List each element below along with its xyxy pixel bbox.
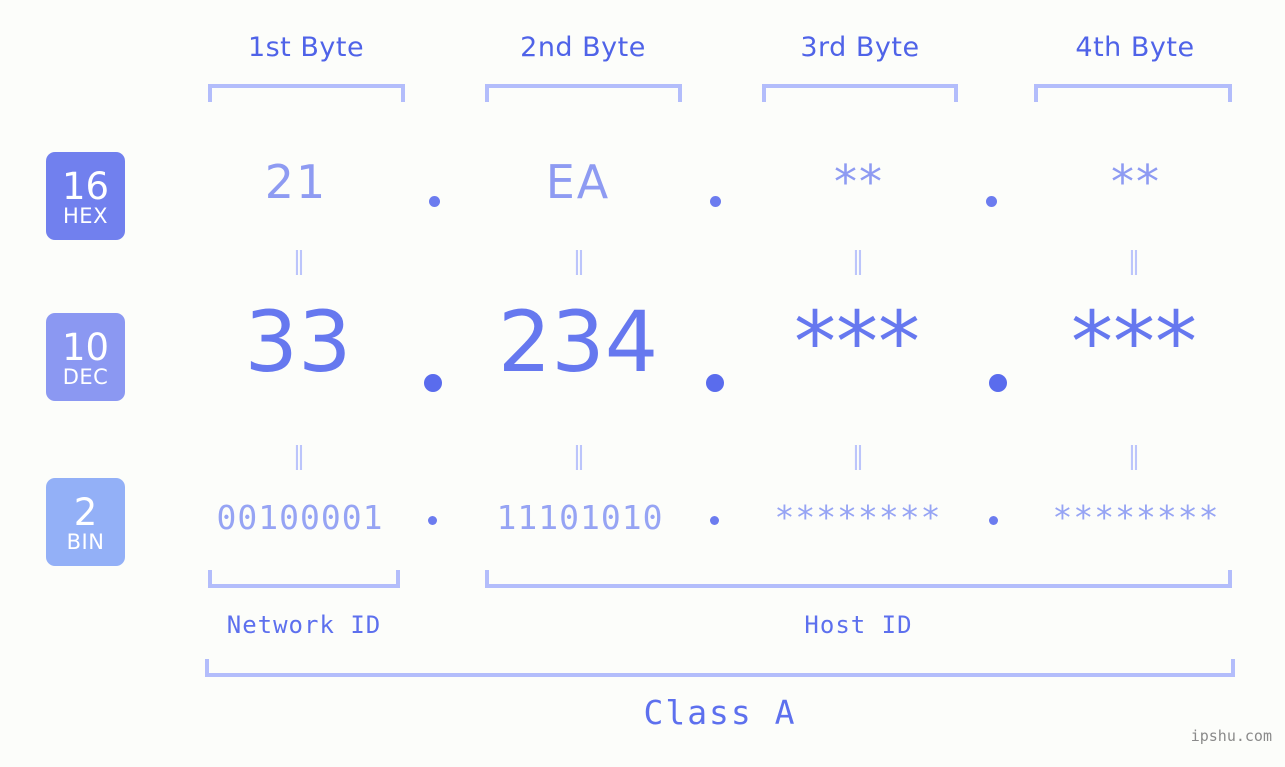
- byte-header-label-3: 3rd Byte: [800, 32, 920, 63]
- base-badge-dec: 10 DEC: [46, 313, 125, 401]
- equals-mark-2-2: ‖: [572, 441, 588, 470]
- base-badge-hex-number: 16: [61, 164, 110, 208]
- dec-byte-1: 33: [244, 293, 352, 391]
- byte-bracket-2: [485, 84, 682, 102]
- byte-header-label-4: 4th Byte: [1075, 32, 1195, 63]
- hex-separator-dot-3: [986, 196, 997, 207]
- ip-address-breakdown-diagram: 1st Byte 2nd Byte 3rd Byte 4th Byte 16 H…: [0, 0, 1285, 767]
- base-badge-bin-number: 2: [73, 490, 98, 534]
- base-badge-dec-number: 10: [61, 325, 110, 369]
- bin-separator-dot-3: [989, 516, 998, 525]
- host-id-bracket: [485, 570, 1232, 588]
- base-badge-hex: 16 HEX: [46, 152, 125, 240]
- base-badge-bin-name: BIN: [66, 529, 105, 554]
- network-id-bracket: [208, 570, 400, 588]
- hex-separator-dot-1: [429, 196, 440, 207]
- base-badge-dec-name: DEC: [62, 364, 109, 389]
- dec-separator-dot-3: [989, 374, 1007, 392]
- dec-byte-4: ***: [1071, 293, 1197, 391]
- hex-byte-2: EA: [545, 155, 611, 209]
- class-label: Class A: [643, 693, 797, 732]
- equals-mark-1-3: ‖: [851, 246, 867, 275]
- equals-mark-1-1: ‖: [292, 246, 308, 275]
- base-badge-bin: 2 BIN: [46, 478, 125, 566]
- equals-mark-1-2: ‖: [572, 246, 588, 275]
- hex-byte-4: **: [1111, 155, 1161, 209]
- bin-separator-dot-1: [428, 516, 437, 525]
- bin-byte-3: ********: [774, 498, 942, 537]
- dec-byte-3: ***: [794, 293, 920, 391]
- hex-byte-3: **: [834, 155, 884, 209]
- base-badge-hex-name: HEX: [63, 203, 108, 228]
- site-watermark: ipshu.com: [1190, 727, 1272, 745]
- equals-mark-2-4: ‖: [1127, 441, 1143, 470]
- equals-mark-1-4: ‖: [1127, 246, 1143, 275]
- equals-mark-2-3: ‖: [851, 441, 867, 470]
- bin-byte-1: 00100001: [216, 498, 384, 537]
- equals-mark-2-1: ‖: [292, 441, 308, 470]
- hex-separator-dot-2: [710, 196, 721, 207]
- bin-separator-dot-2: [710, 516, 719, 525]
- hex-byte-1: 21: [264, 155, 328, 209]
- network-id-label: Network ID: [226, 611, 382, 639]
- dec-byte-2: 234: [497, 293, 659, 391]
- byte-bracket-3: [762, 84, 958, 102]
- host-id-label: Host ID: [804, 611, 913, 639]
- bin-byte-4: ********: [1052, 498, 1220, 537]
- dec-separator-dot-1: [424, 374, 442, 392]
- byte-header-label-2: 2nd Byte: [520, 32, 646, 63]
- class-bracket: [205, 659, 1235, 677]
- bin-byte-2: 11101010: [496, 498, 664, 537]
- byte-bracket-4: [1034, 84, 1232, 102]
- byte-bracket-1: [208, 84, 405, 102]
- dec-separator-dot-2: [706, 374, 724, 392]
- byte-header-label-1: 1st Byte: [247, 32, 365, 63]
